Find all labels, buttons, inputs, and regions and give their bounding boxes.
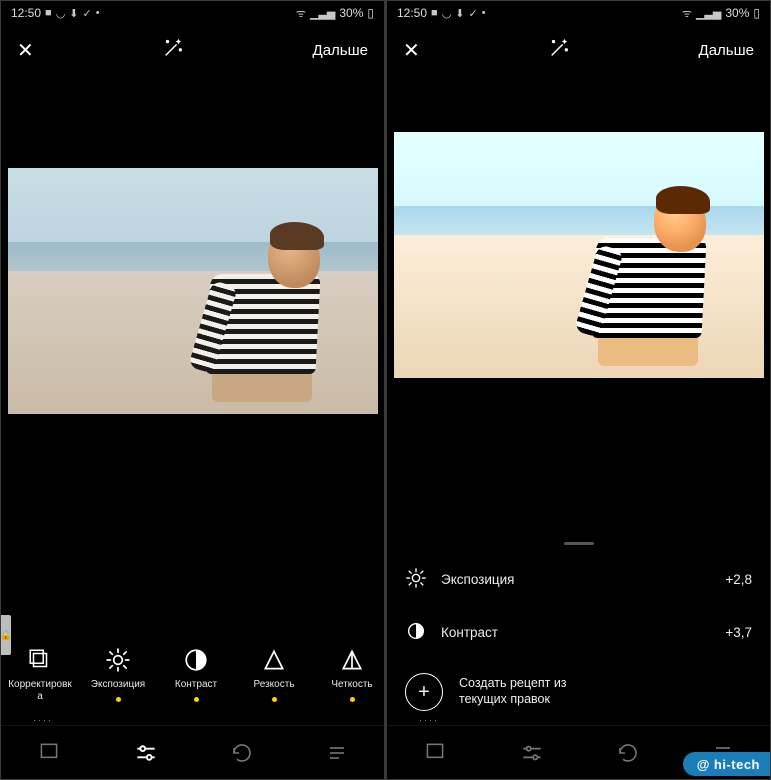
status-icon: ⬇ — [69, 7, 78, 20]
lock-tab[interactable]: 🔒 — [1, 615, 11, 655]
photo-preview — [394, 132, 764, 378]
adjustment-contrast[interactable]: Контраст +3,7 — [387, 606, 770, 659]
status-icon: ◡ — [56, 7, 66, 20]
status-icon: ✓ — [83, 7, 92, 20]
phone-screen-left: 12:50 ■ ◡ ⬇ ✓ • ᯤ ▁▃▅ 30% ▯ ✕ Дальше — [1, 1, 384, 779]
adjustment-value: +3,7 — [725, 625, 752, 640]
status-bar: 12:50 ■ ◡ ⬇ ✓ • ᯤ ▁▃▅ 30% ▯ — [1, 1, 384, 25]
photo-preview — [8, 168, 378, 414]
status-bar: 12:50 ■ ◡ ⬇ ✓ • ᯤ ▁▃▅ 30% ▯ — [387, 1, 770, 25]
preset-dots: ···· — [419, 715, 439, 725]
status-icon: ■ — [45, 7, 52, 19]
adjustment-exposure[interactable]: Экспозиция +2,8 — [387, 553, 770, 606]
close-button[interactable]: ✕ — [17, 38, 34, 63]
nav-organize[interactable] — [325, 741, 349, 765]
next-button[interactable]: Дальше — [313, 42, 368, 59]
magic-wand-icon[interactable] — [162, 37, 184, 64]
top-bar: ✕ Дальше — [387, 25, 770, 75]
close-button[interactable]: ✕ — [403, 38, 420, 63]
contrast-icon — [405, 620, 427, 645]
status-right: ᯤ ▁▃▅ 30% ▯ — [296, 6, 374, 21]
contrast-icon — [183, 645, 209, 675]
photo-canvas[interactable] — [1, 75, 384, 507]
tool-label: Четкость — [331, 679, 372, 691]
nav-presets[interactable] — [422, 740, 448, 766]
photo-canvas[interactable] — [387, 75, 770, 435]
adjust-icon — [27, 645, 53, 675]
preset-dots: ···· — [33, 715, 53, 725]
adjustment-value: +2,8 — [725, 572, 752, 587]
top-bar: ✕ Дальше — [1, 25, 384, 75]
next-button[interactable]: Дальше — [699, 42, 754, 59]
nav-undo[interactable] — [616, 741, 640, 765]
battery-icon: ▯ — [753, 6, 760, 20]
status-icon: ⬇ — [455, 7, 464, 20]
tool-adjust[interactable]: Корректировк а — [1, 645, 79, 702]
modified-dot — [350, 697, 355, 702]
status-icon: ■ — [431, 7, 438, 19]
exposure-icon — [405, 567, 427, 592]
tool-label: Контраст — [175, 679, 217, 691]
nav-presets[interactable] — [36, 740, 62, 766]
signal-icon: ▁▃▅ — [310, 7, 335, 20]
tool-sharpness[interactable]: Резкость — [235, 645, 313, 702]
status-left: 12:50 ■ ◡ ⬇ ✓ • — [11, 6, 100, 20]
sharpness-icon — [261, 645, 287, 675]
signal-icon: ▁▃▅ — [696, 7, 721, 20]
clarity-icon — [339, 645, 365, 675]
tool-label: Резкость — [254, 679, 295, 691]
modified-dot — [116, 697, 121, 702]
modified-dot — [194, 697, 199, 702]
tool-clarity[interactable]: Четкость — [313, 645, 384, 702]
status-right: ᯤ ▁▃▅ 30% ▯ — [682, 6, 760, 21]
tool-exposure[interactable]: Экспозиция — [79, 645, 157, 702]
nav-edit[interactable] — [133, 740, 159, 766]
adjustments-panel[interactable]: Экспозиция +2,8 Контраст +3,7 + Создать … — [387, 536, 770, 725]
create-recipe-button[interactable]: + Создать рецепт из текущих правок — [387, 659, 770, 725]
tool-contrast[interactable]: Контраст — [157, 645, 235, 702]
panel-handle[interactable] — [564, 542, 594, 545]
status-icon: • — [482, 7, 486, 19]
battery-icon: ▯ — [367, 6, 374, 20]
bottom-nav — [1, 725, 384, 779]
tool-label: Экспозиция — [91, 679, 145, 691]
magic-wand-icon[interactable] — [548, 37, 570, 64]
status-time: 12:50 — [11, 6, 41, 20]
recipe-label: Создать рецепт из текущих правок — [459, 676, 567, 707]
nav-undo[interactable] — [230, 741, 254, 765]
status-icon: • — [96, 7, 100, 19]
wifi-icon: ᯤ — [296, 6, 306, 21]
watermark: @ hi-tech — [683, 752, 770, 776]
plus-icon: + — [405, 673, 443, 711]
status-icon: ✓ — [469, 7, 478, 20]
status-left: 12:50 ■ ◡ ⬇ ✓ • — [397, 6, 486, 20]
adjustment-label: Экспозиция — [441, 572, 515, 587]
tool-label: Корректировк а — [8, 679, 72, 702]
wifi-icon: ᯤ — [682, 6, 692, 21]
nav-edit[interactable] — [519, 740, 545, 766]
modified-dot — [272, 697, 277, 702]
tool-row[interactable]: Корректировк а Экспозиция Контраст Резко… — [1, 641, 384, 725]
status-time: 12:50 — [397, 6, 427, 20]
exposure-icon — [105, 645, 131, 675]
status-icon: ◡ — [442, 7, 452, 20]
adjustment-label: Контраст — [441, 625, 498, 640]
battery-pct: 30% — [725, 6, 749, 20]
phone-screen-right: 12:50 ■ ◡ ⬇ ✓ • ᯤ ▁▃▅ 30% ▯ ✕ Дальше — [387, 1, 770, 779]
battery-pct: 30% — [339, 6, 363, 20]
